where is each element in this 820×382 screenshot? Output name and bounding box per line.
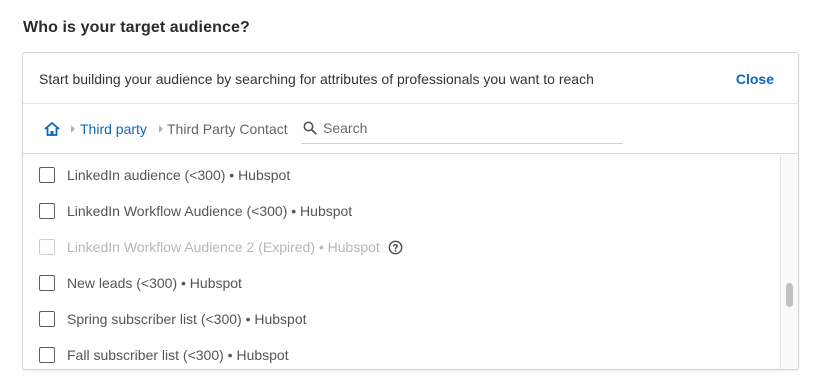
- search-icon: [303, 121, 317, 135]
- list-item-label: Spring subscriber list (<300) • Hubspot: [67, 311, 307, 327]
- list-item[interactable]: Spring subscriber list (<300) • Hubspot: [39, 309, 307, 329]
- checkbox-disabled: [39, 239, 55, 255]
- list-item-label: LinkedIn Workflow Audience 2 (Expired) •…: [67, 239, 380, 255]
- checkbox[interactable]: [39, 203, 55, 219]
- list-item-label: LinkedIn Workflow Audience (<300) • Hubs…: [67, 203, 353, 219]
- search-field[interactable]: [301, 114, 623, 144]
- list-item[interactable]: Fall subscriber list (<300) • Hubspot: [39, 345, 289, 365]
- help-circle-icon[interactable]: [388, 240, 403, 255]
- panel-header: Start building your audience by searchin…: [23, 53, 798, 104]
- search-input[interactable]: [323, 118, 618, 138]
- checkbox[interactable]: [39, 311, 55, 327]
- page-title: Who is your target audience?: [23, 19, 250, 36]
- breadcrumb-third-party[interactable]: Third party: [80, 121, 147, 137]
- checkbox[interactable]: [39, 347, 55, 363]
- audience-panel: Start building your audience by searchin…: [22, 52, 799, 370]
- scrollbar-thumb[interactable]: [786, 283, 793, 307]
- breadcrumb: Third party Third Party Contact: [23, 104, 798, 154]
- chevron-right-icon: [71, 125, 75, 133]
- close-button[interactable]: Close: [736, 71, 774, 87]
- audience-list: LinkedIn audience (<300) • Hubspot Linke…: [23, 155, 782, 369]
- breadcrumb-third-party-contact: Third Party Contact: [167, 121, 288, 137]
- list-item-label: New leads (<300) • Hubspot: [67, 275, 242, 291]
- chevron-right-icon: [159, 125, 163, 133]
- home-icon[interactable]: [43, 121, 61, 137]
- list-item-disabled: LinkedIn Workflow Audience 2 (Expired) •…: [39, 237, 403, 257]
- list-item[interactable]: LinkedIn audience (<300) • Hubspot: [39, 165, 290, 185]
- list-item-label: LinkedIn audience (<300) • Hubspot: [67, 167, 291, 183]
- scrollbar[interactable]: [780, 155, 798, 369]
- checkbox[interactable]: [39, 167, 55, 183]
- checkbox[interactable]: [39, 275, 55, 291]
- list-item-label: Fall subscriber list (<300) • Hubspot: [67, 347, 289, 363]
- list-item[interactable]: New leads (<300) • Hubspot: [39, 273, 242, 293]
- list-item[interactable]: LinkedIn Workflow Audience (<300) • Hubs…: [39, 201, 352, 221]
- intro-text: Start building your audience by searchin…: [39, 71, 594, 87]
